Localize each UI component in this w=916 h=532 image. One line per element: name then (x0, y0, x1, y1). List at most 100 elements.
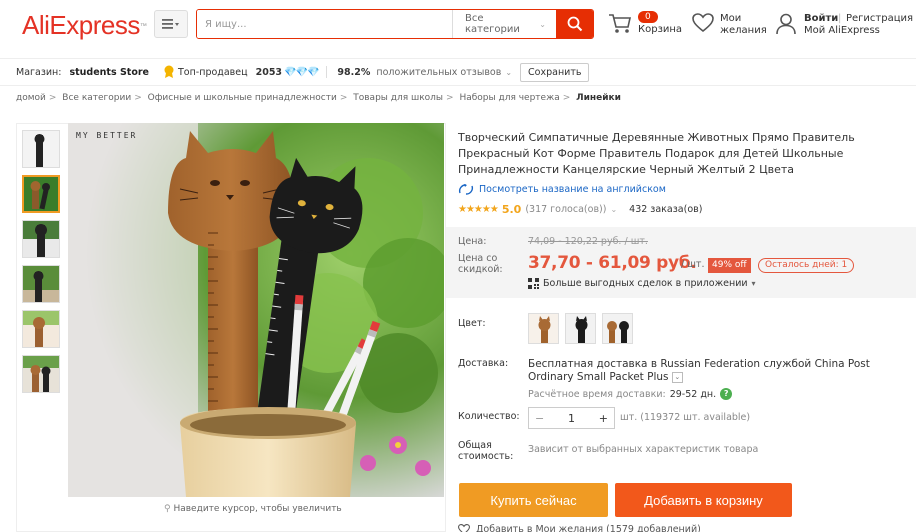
image-watermark: MY BETTER (76, 131, 137, 140)
aliexpress-logo[interactable]: AliExpress™ (22, 10, 147, 40)
add-to-cart-button[interactable]: Добавить в корзину (615, 483, 792, 517)
search-category-label: Все категории (465, 13, 520, 35)
stock-available: шт. (119372 шт. available) (620, 412, 751, 423)
wishlist-label-line2: желания (720, 25, 767, 36)
login-link[interactable]: Войти (804, 13, 838, 25)
product-thumbnail[interactable] (22, 130, 60, 168)
store-name-link[interactable]: students Store (69, 67, 149, 78)
cart-link[interactable]: 0 Корзина (608, 10, 688, 42)
help-icon[interactable]: ? (720, 388, 733, 400)
add-to-wishlist-label: Добавить в Мои желания (1579 добавлений) (476, 524, 701, 532)
product-thumbnail[interactable] (22, 355, 60, 393)
buy-now-button[interactable]: Купить сейчас (459, 483, 608, 517)
search-bar: Все категории ⌄ (196, 9, 594, 39)
total-value: Зависит от выбранных характеристик товар… (528, 444, 759, 455)
account-separator: | (838, 13, 842, 24)
eta-days: 29-52 дн. (669, 388, 717, 400)
rating-score: 5.0 (501, 203, 522, 216)
breadcrumb-item-office-supplies[interactable]: Офисные и школьные принадлежности (148, 93, 337, 103)
sale-price: 37,70 - 61,09 руб. (528, 253, 697, 273)
breadcrumb-item-school-supplies[interactable]: Товары для школы (353, 93, 443, 103)
thumbnail-list (22, 130, 62, 400)
chevron-down-icon[interactable]: ⌄ (610, 205, 617, 214)
app-deals-label: Больше выгодных сделок в приложении (543, 278, 748, 289)
search-button[interactable] (556, 10, 593, 38)
medal-icon (163, 65, 175, 79)
chevron-down-icon[interactable]: ⌄ (671, 371, 683, 383)
site-header: AliExpress™ Все категории ⌄ 0 Корзина (0, 0, 916, 54)
main-product-image[interactable]: MY BETTER (68, 123, 444, 497)
shipping-text-line1: Бесплатная доставка в (528, 358, 658, 370)
account-area: Войти | Регистрация Мой AliExpress (776, 10, 916, 42)
store-score: 2053 (255, 66, 283, 78)
store-label: Магазин: (16, 66, 62, 78)
color-swatches (528, 313, 639, 344)
quantity-increase-button[interactable]: + (599, 412, 608, 425)
product-thumbnail[interactable] (22, 265, 60, 303)
total-label-line2: стоимость: (458, 451, 514, 462)
color-option-black[interactable] (565, 313, 596, 344)
shipping-info: Бесплатная доставка в Russian Federation… (528, 358, 908, 384)
eta-label: Расчётное время доставки: (528, 388, 666, 400)
quantity-label: Количество: (458, 411, 520, 422)
wishlist-link[interactable]: Мои желания (692, 10, 772, 42)
quantity-decrease-button[interactable]: − (535, 412, 544, 425)
color-option-both[interactable] (602, 313, 633, 344)
breadcrumb-separator: > (134, 93, 142, 103)
quantity-stepper: − 1 + (528, 407, 615, 429)
color-label: Цвет: (458, 318, 486, 329)
categories-menu-button[interactable] (154, 10, 188, 38)
price-label: Цена: (458, 236, 487, 247)
rating-summary: ★★★★★ 5.0 (317 голоса(ов)) ⌄ 432 заказа(… (458, 203, 702, 216)
breadcrumb-item-all-categories[interactable]: Все категории (62, 93, 131, 103)
product-thumbnail[interactable] (22, 310, 60, 348)
product-thumbnail[interactable] (22, 175, 60, 213)
chevron-down-icon[interactable]: ⌄ (505, 68, 512, 77)
search-icon (567, 16, 582, 32)
original-price: 74,09 - 120,22 руб. / шт. (528, 236, 648, 247)
register-link[interactable]: Регистрация (846, 13, 913, 25)
star-rating-icon: ★★★★★ (458, 204, 499, 215)
diamond-rating-icon: 💎💎💎 (284, 66, 319, 78)
qr-code-icon (528, 278, 539, 289)
breadcrumb-item-rulers: Линейки (576, 93, 621, 103)
cart-icon (609, 14, 631, 33)
positive-feedback-label[interactable]: положительных отзывов (376, 67, 501, 78)
wishlist-label-line1: Мои (720, 13, 742, 24)
breadcrumb-separator: > (562, 93, 571, 103)
search-category-select[interactable]: Все категории ⌄ (452, 10, 556, 38)
breadcrumb-item-home[interactable]: домой (16, 93, 46, 103)
cart-label: Корзина (638, 24, 683, 35)
translate-title-label: Посмотреть название на английском (479, 184, 666, 195)
delivery-label: Доставка: (458, 358, 509, 369)
color-option-brown[interactable] (528, 313, 559, 344)
sale-price-label-line2: скидкой: (458, 264, 503, 275)
quantity-input[interactable]: 1 (568, 412, 575, 425)
my-aliexpress-link[interactable]: Мой AliExpress (804, 25, 880, 37)
add-to-wishlist-link[interactable]: Добавить в Мои желания (1579 добавлений) (458, 524, 701, 532)
breadcrumb-separator: > (446, 93, 454, 103)
breadcrumb-item-drawing-sets[interactable]: Наборы для чертежа (459, 93, 559, 103)
heart-icon (692, 13, 714, 33)
rating-votes-link[interactable]: (317 голоса(ов)) (525, 204, 606, 215)
heart-icon (458, 524, 470, 532)
product-title: Творческий Симпатичные Деревянные Животн… (458, 131, 855, 176)
menu-icon (162, 19, 179, 29)
order-count: 432 заказа(ов) (629, 204, 703, 215)
delivery-estimate: Расчётное время доставки: 29-52 дн. ? (528, 388, 733, 400)
save-store-button[interactable]: Сохранить (520, 62, 590, 82)
app-deals-link[interactable]: Больше выгодных сделок в приложении ▾ (528, 278, 756, 289)
discount-badge: 49% off (708, 258, 751, 273)
search-input[interactable] (197, 10, 452, 38)
product-thumbnail[interactable] (22, 220, 60, 258)
translate-title-link[interactable]: Посмотреть название на английском (458, 184, 666, 195)
translate-icon (458, 184, 474, 195)
cart-count-badge: 0 (638, 11, 658, 23)
user-icon (776, 13, 796, 35)
magnifier-icon: ⚲ (164, 504, 171, 514)
chevron-down-icon: ▾ (751, 279, 756, 288)
zoom-hint: ⚲ Наведите курсор, чтобы увеличить (164, 504, 342, 514)
store-bar: Магазин: students Store Топ-продавец 205… (0, 58, 916, 86)
chevron-down-icon: ⌄ (539, 19, 546, 29)
zoom-hint-text: Наведите курсор, чтобы увеличить (173, 504, 342, 514)
